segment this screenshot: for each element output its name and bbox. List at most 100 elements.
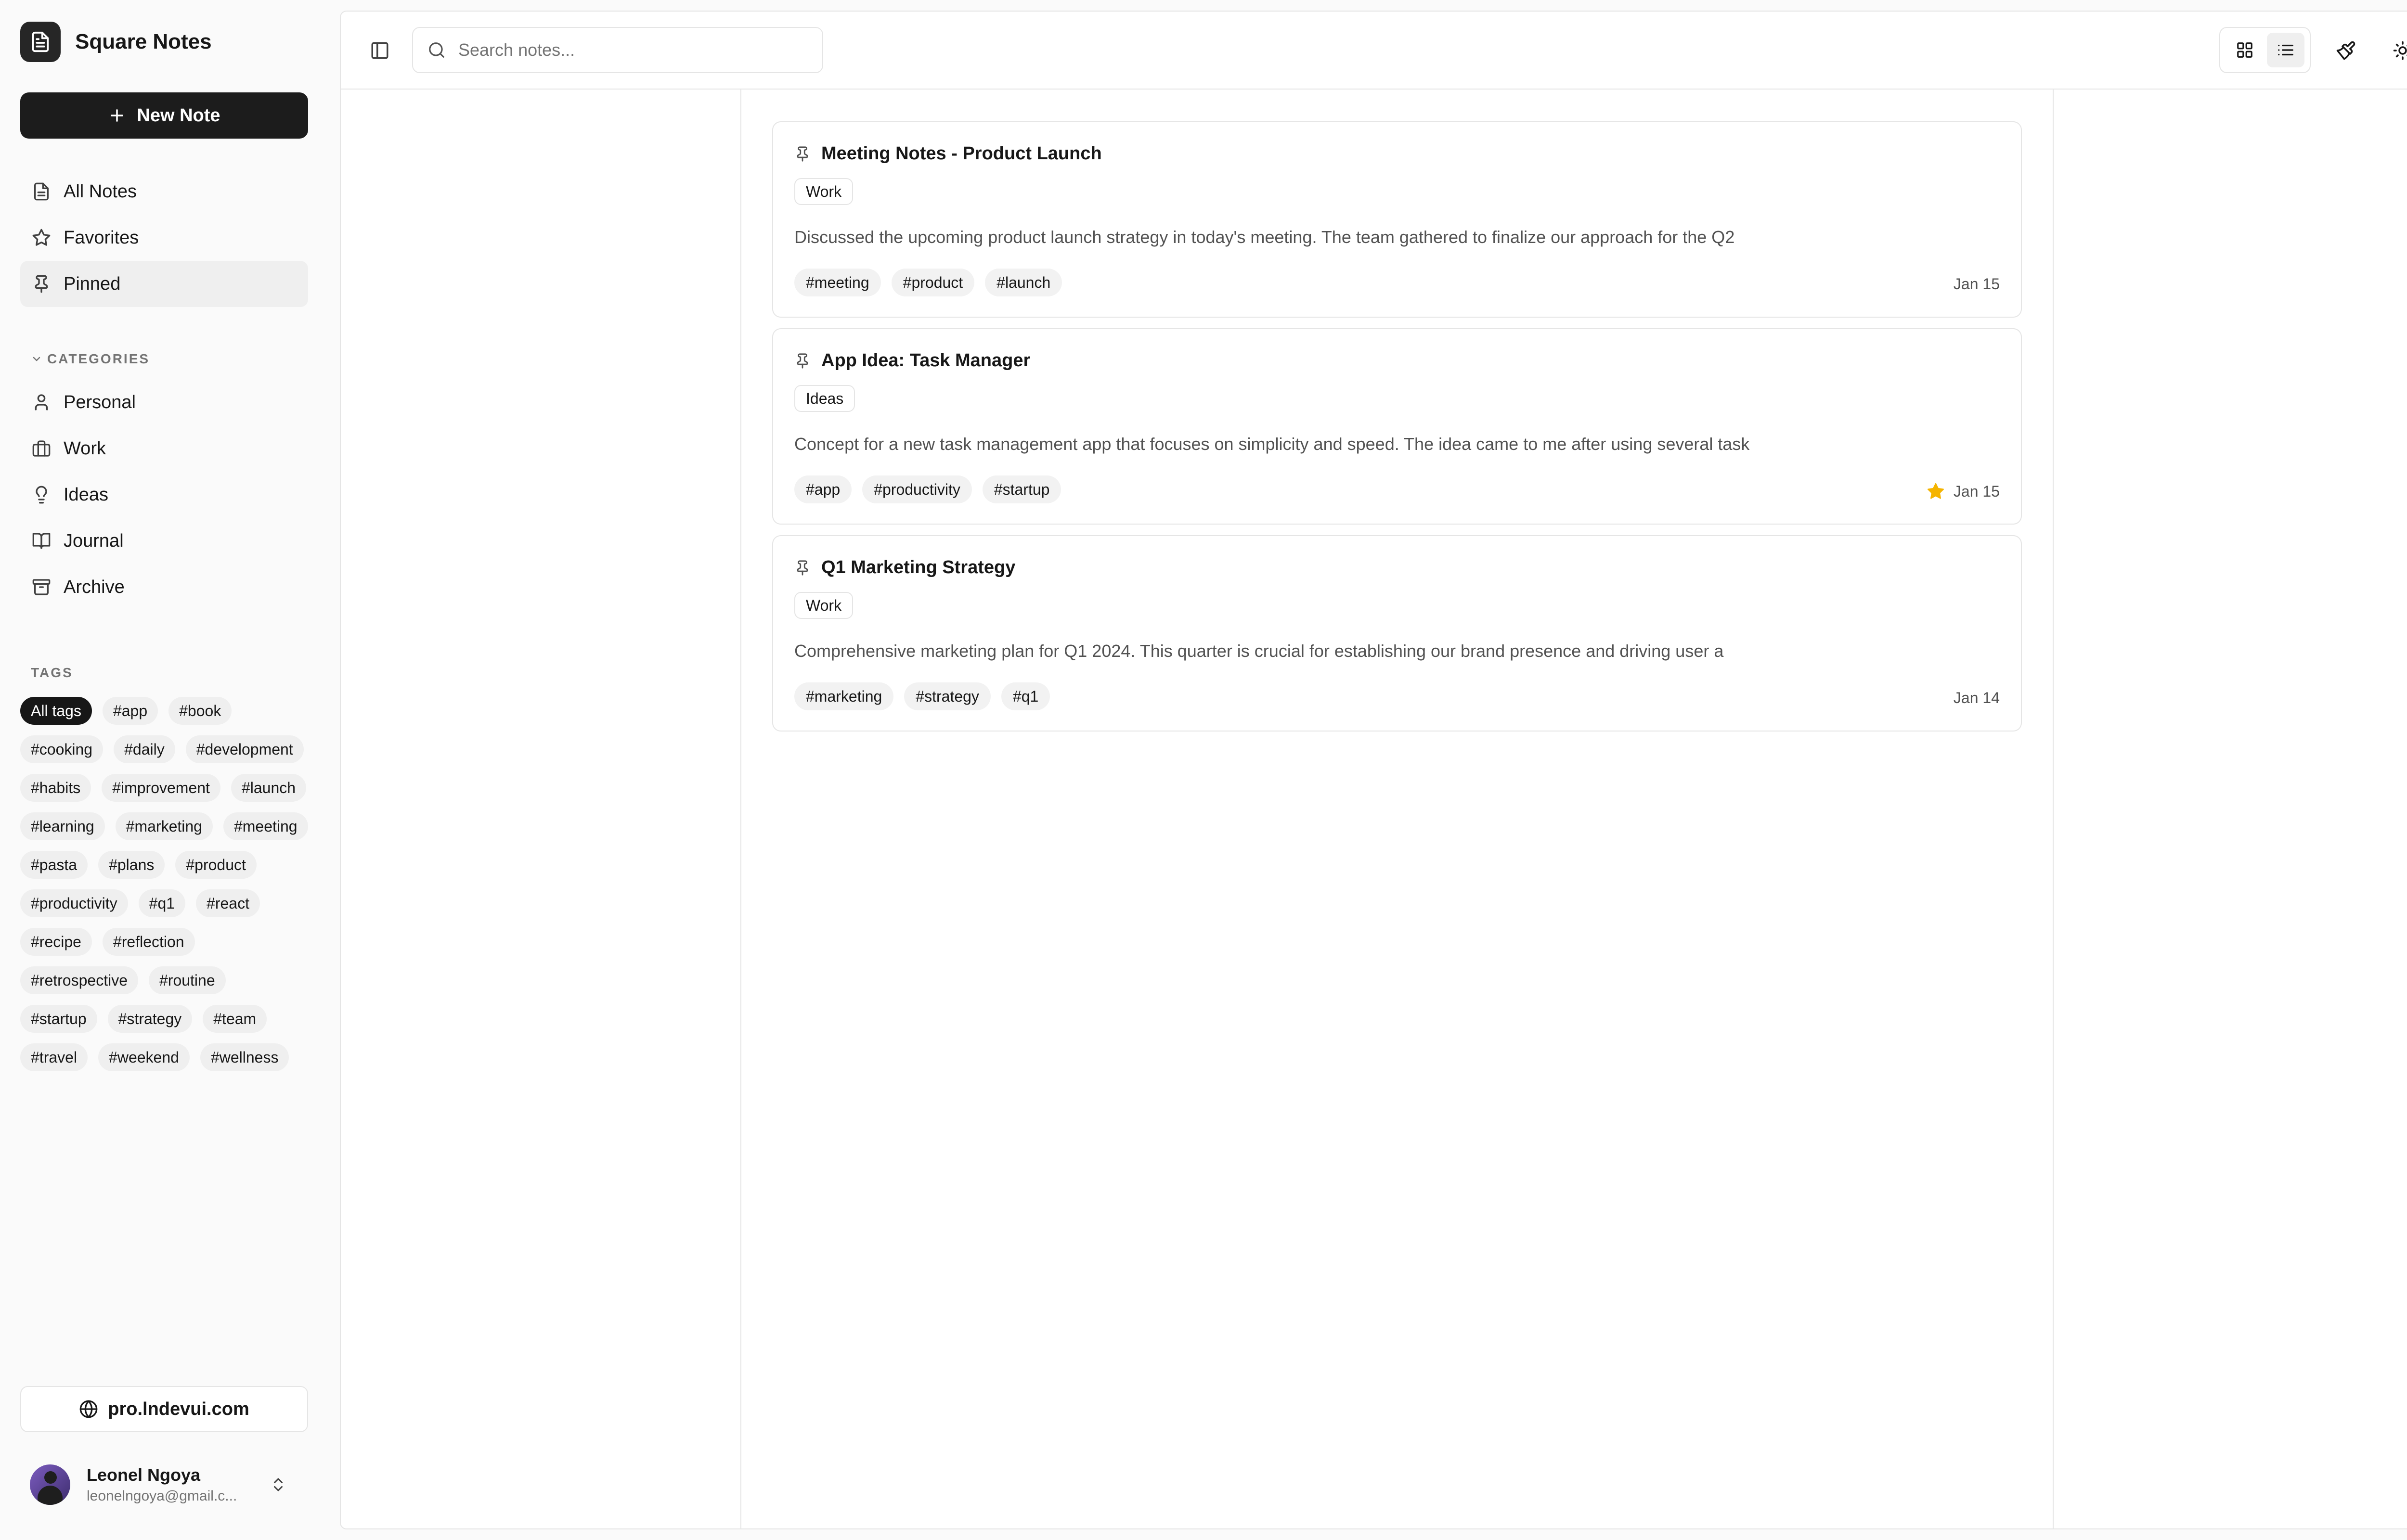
nav-label: All Notes (64, 181, 137, 202)
site-link-button[interactable]: pro.lndevui.com (20, 1386, 308, 1432)
list-view-button[interactable] (2266, 33, 2304, 67)
column-divider-left (740, 90, 741, 1528)
nav-item-pinned[interactable]: Pinned (20, 261, 308, 307)
categories-toggle[interactable]: CATEGORIES (31, 351, 150, 367)
list-icon (2277, 41, 2295, 59)
view-toggle (2219, 27, 2311, 73)
category-item-ideas[interactable]: Ideas (20, 472, 308, 518)
category-item-personal[interactable]: Personal (20, 379, 308, 425)
note-excerpt: Concept for a new task management app th… (794, 434, 1750, 454)
tag-chip[interactable]: #react (196, 889, 260, 917)
tag-chip[interactable]: #productivity (20, 889, 128, 917)
note-date: Jan 14 (1953, 689, 2000, 706)
note-card[interactable]: App Idea: Task Manager Ideas Concept for a… (772, 328, 2022, 525)
search-icon (427, 41, 446, 59)
note-card[interactable]: Q1 Marketing Strategy Work Comprehensive m… (772, 535, 2022, 732)
top-bar (341, 12, 2407, 90)
tag-chip[interactable]: #meeting (223, 812, 308, 840)
category-item-work[interactable]: Work (20, 425, 308, 472)
tag-chip[interactable]: #wellness (200, 1043, 289, 1071)
avatar (30, 1464, 70, 1505)
note-title: Meeting Notes - Product Launch (821, 143, 1102, 164)
tag-chip[interactable]: #book (168, 697, 232, 725)
tag-chip[interactable]: #strategy (107, 1005, 193, 1033)
note-tag[interactable]: #launch (985, 269, 1062, 296)
note-meta: Jan 15 (1954, 275, 2000, 293)
tag-chip[interactable]: #retrospective (20, 966, 138, 994)
tag-chip[interactable]: #daily (114, 735, 175, 763)
pin-icon (794, 146, 811, 162)
paintbrush-icon (2336, 40, 2356, 61)
new-note-label: New Note (137, 105, 220, 126)
tag-chip[interactable]: #marketing (115, 812, 213, 840)
category-item-journal[interactable]: Journal (20, 518, 308, 564)
search-box (412, 27, 823, 73)
tags-title: TAGS (31, 665, 73, 680)
lightbulb-icon (31, 484, 52, 505)
chevron-down-icon (31, 353, 42, 365)
tag-chip[interactable]: #launch (231, 774, 307, 802)
tag-chip[interactable]: #pasta (20, 851, 88, 879)
main-nav: All Notes Favorites Pinned (20, 168, 308, 307)
note-tags: #meeting #product #launch (794, 269, 1062, 296)
tag-chip[interactable]: #recipe (20, 928, 92, 956)
favorite-star-icon[interactable] (1927, 482, 1945, 500)
tag-chip[interactable]: #development (185, 735, 304, 763)
note-tag[interactable]: #meeting (794, 269, 881, 296)
tag-chip[interactable]: #plans (98, 851, 165, 879)
note-excerpt: Discussed the upcoming product launch st… (794, 227, 1735, 247)
briefcase-icon (31, 438, 52, 459)
pin-icon (794, 353, 811, 369)
archive-icon (31, 577, 52, 598)
tag-chip[interactable]: #q1 (138, 889, 186, 917)
tag-chip[interactable]: #habits (20, 774, 91, 802)
note-card[interactable]: Meeting Notes - Product Launch Work Discus… (772, 121, 2022, 318)
tag-chip[interactable]: #learning (20, 812, 105, 840)
panel-left-icon (370, 40, 390, 61)
nav-item-all-notes[interactable]: All Notes (20, 168, 308, 215)
note-tag[interactable]: #app (794, 475, 852, 503)
note-date: Jan 15 (1953, 275, 2000, 293)
category-label: Personal (64, 392, 136, 412)
theme-toggle-button[interactable] (2391, 38, 2407, 63)
tag-chip[interactable]: #product (175, 851, 257, 879)
tag-chip[interactable]: #reflection (102, 928, 195, 956)
note-meta: Jan 15 (1927, 482, 2000, 500)
tag-chip[interactable]: #improvement (102, 774, 220, 802)
note-tag[interactable]: #marketing (794, 682, 894, 710)
category-item-archive[interactable]: Archive (20, 564, 308, 610)
tag-chip[interactable]: #app (102, 697, 158, 725)
tag-chip[interactable]: #routine (148, 966, 226, 994)
brand[interactable]: Square Notes (20, 22, 212, 62)
note-tag[interactable]: #strategy (904, 682, 991, 710)
nav-item-favorites[interactable]: Favorites (20, 215, 308, 261)
tag-chip[interactable]: #weekend (98, 1043, 190, 1071)
search-input[interactable] (457, 39, 796, 61)
category-label: Archive (64, 577, 125, 597)
note-title-row: Q1 Marketing Strategy (794, 557, 1015, 578)
note-title-row: Meeting Notes - Product Launch (794, 143, 1102, 164)
tag-chip[interactable]: #startup (20, 1005, 97, 1033)
tag-chip[interactable]: #team (203, 1005, 267, 1033)
theme-customizer-button[interactable] (2334, 38, 2358, 63)
pin-icon (794, 560, 811, 576)
sidebar: Square Notes New Note All Notes Favorite… (0, 0, 340, 1540)
user-name: Leonel Ngoya (87, 1465, 201, 1485)
sidebar-toggle-button[interactable] (368, 38, 392, 63)
note-category-badge: Work (794, 178, 854, 205)
tag-chip[interactable]: #travel (20, 1043, 88, 1071)
note-tag[interactable]: #q1 (1001, 682, 1050, 710)
grid-view-button[interactable] (2226, 33, 2264, 67)
note-tag[interactable]: #product (891, 269, 975, 296)
note-tag[interactable]: #productivity (862, 475, 972, 503)
nav-label: Favorites (64, 227, 139, 248)
sun-icon (2393, 40, 2407, 61)
globe-icon (79, 1399, 98, 1419)
note-tag[interactable]: #startup (982, 475, 1061, 503)
user-menu[interactable]: Leonel Ngoya leonelngoya@gmail.c... (30, 1463, 304, 1506)
tag-chip[interactable]: #cooking (20, 735, 104, 763)
tag-chip[interactable]: All tags (20, 697, 92, 725)
note-excerpt: Comprehensive marketing plan for Q1 2024… (794, 641, 1724, 661)
category-label: Ideas (64, 484, 108, 505)
new-note-button[interactable]: New Note (20, 92, 308, 139)
